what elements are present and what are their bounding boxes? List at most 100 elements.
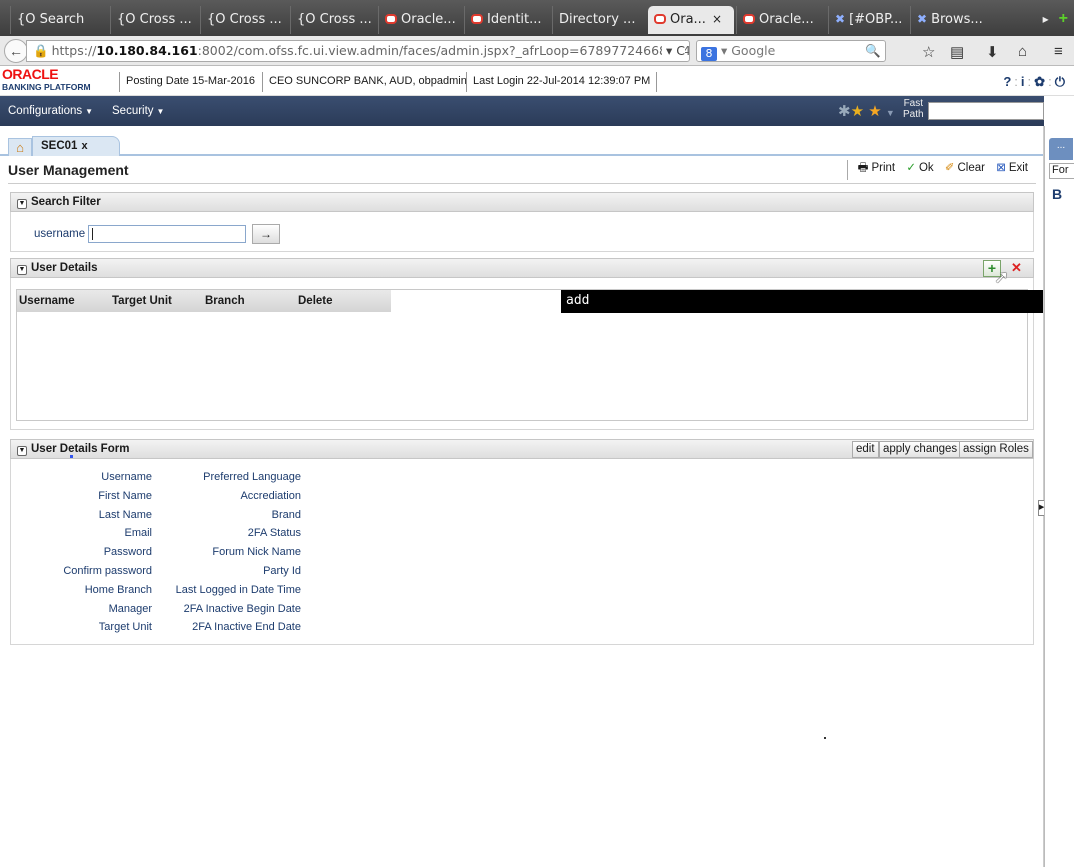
form-label: Email — [124, 527, 152, 540]
browser-tab[interactable]: Oracle... — [736, 6, 824, 34]
bug-icon: ✖ — [835, 12, 846, 26]
title-actions: 🖶 Print ✓ Ok ✐ Clear ⊠ Exit — [846, 160, 1036, 180]
browser-tab[interactable]: Ora... × — [648, 6, 734, 34]
browser-tab-label: {O Cross ... — [207, 12, 282, 27]
info-icon[interactable]: i — [1021, 74, 1028, 89]
browser-tab[interactable]: {O Cross ... — [110, 6, 196, 34]
url-prefix: https:// — [51, 43, 97, 58]
menu-configurations-label: Configurations — [8, 105, 83, 117]
col-branch[interactable]: Branch — [205, 295, 245, 307]
user-details-form-body — [10, 459, 1034, 645]
side-pane-tab[interactable]: ... — [1049, 138, 1073, 160]
check-icon: ✓ — [906, 162, 916, 174]
oracle-icon — [654, 14, 666, 24]
browser-tab-label: Oracle... — [401, 12, 456, 27]
edit-button[interactable]: edit — [852, 441, 879, 458]
form-label: Forum Nick Name — [212, 546, 301, 559]
bookmarks-icon[interactable]: ▤ — [950, 43, 964, 61]
form-label: Password — [103, 546, 152, 559]
apply-changes-button[interactable]: apply changes — [879, 441, 962, 458]
form-label: 2FA Inactive End Date — [192, 621, 301, 634]
new-tab-button[interactable]: + — [1059, 10, 1068, 27]
help-icon[interactable]: ? — [1003, 74, 1014, 89]
form-label: Confirm password — [63, 565, 152, 577]
tab-close-icon[interactable]: x — [81, 140, 87, 152]
home-icon[interactable]: ⌂ — [1018, 43, 1027, 60]
user-details-header[interactable]: ▼ User Details — [10, 258, 1034, 278]
page-title: User Management — [8, 162, 129, 178]
search-bar[interactable]: 8 ▾ Google 🔍 — [696, 40, 886, 62]
clear-button[interactable]: ✐ Clear — [945, 160, 985, 174]
browser-tab[interactable]: ✖ [#OBP... — [828, 6, 908, 34]
browser-tab[interactable]: {O Search — [10, 6, 105, 34]
form-label: Party Id — [263, 565, 301, 577]
tab-overflow[interactable]: ▸ + — [1043, 10, 1068, 28]
browser-tab[interactable]: Directory ... — [552, 6, 644, 34]
search-engine-icon[interactable]: 8 — [701, 47, 717, 61]
assign-roles-button[interactable]: assign Roles — [959, 441, 1033, 458]
clear-label: Clear — [957, 162, 985, 174]
browser-tab-label: [#OBP... — [849, 12, 903, 27]
tab-sec01-label: SEC01 — [41, 140, 78, 152]
delete-row-icon[interactable]: ✕ — [1011, 260, 1022, 276]
close-tab-icon[interactable]: × — [712, 12, 722, 26]
reload-icon[interactable]: ▾ C — [662, 41, 685, 61]
chevron-down-icon[interactable]: ▼ — [17, 199, 27, 209]
printer-icon: 🖶 — [857, 162, 869, 174]
browser-tab[interactable]: {O Cross ... — [200, 6, 286, 34]
chevron-down-icon[interactable]: ▼ — [17, 265, 27, 275]
eraser-icon: ✐ — [944, 162, 955, 174]
browser-tab-strip: {O Search {O Cross ... {O Cross ... {O Cros… — [0, 0, 1074, 36]
pane-splitter[interactable] — [1036, 126, 1044, 867]
browser-tab[interactable]: Identit... — [464, 6, 548, 34]
browser-tab[interactable]: {O Cross ... — [290, 6, 376, 34]
favorites-icon[interactable]: ✱★ ★ ▼ — [838, 102, 895, 120]
form-label: Manager — [108, 602, 152, 615]
home-tab-icon[interactable]: ⌂ — [8, 138, 32, 156]
form-label: Last Name — [98, 508, 152, 521]
back-button[interactable]: ← — [4, 39, 28, 63]
settings-icon[interactable]: ✿ — [1034, 74, 1048, 89]
browser-tab-label: Directory ... — [559, 12, 636, 27]
oracle-icon — [471, 14, 483, 24]
bookmark-star-icon[interactable]: ☆ — [922, 43, 935, 61]
menu-configurations[interactable]: Configurations ▼ — [8, 105, 93, 117]
search-icon[interactable]: 🔍 — [865, 41, 881, 61]
oracle-icon — [743, 14, 755, 24]
exit-label: Exit — [1008, 162, 1028, 174]
chevron-down-icon[interactable]: ▼ — [17, 446, 27, 456]
download-icon[interactable]: ⬇ — [986, 43, 999, 61]
browser-tab-label: Brows... — [931, 12, 983, 27]
menu-bar: Configurations ▼ Security ▼ ✱★ ★ ▼ Fast Pat… — [0, 96, 1044, 126]
ok-button[interactable]: ✓ Ok — [906, 160, 933, 174]
exit-button[interactable]: ⊠ Exit — [996, 160, 1028, 174]
fastpath-input[interactable] — [928, 102, 1044, 120]
user-info: CEO SUNCORP BANK, AUD, obpadmin — [262, 72, 473, 92]
oracle-logo: ORACLE BANKING PLATFORM — [2, 67, 91, 92]
form-label: Preferred Language — [203, 471, 301, 483]
col-target-unit[interactable]: Target Unit — [112, 295, 172, 307]
form-label: Brand — [271, 508, 301, 521]
form-label: Last Logged in Date Time — [175, 583, 301, 596]
menu-security[interactable]: Security ▼ — [112, 105, 164, 117]
print-label: Print — [871, 162, 896, 174]
go-button[interactable]: → — [252, 224, 280, 244]
col-username[interactable]: Username — [19, 295, 75, 307]
stray-dot — [824, 737, 826, 739]
menu-icon[interactable]: ≡ — [1054, 43, 1063, 60]
col-delete[interactable]: Delete — [298, 295, 333, 307]
url-bar[interactable]: 🔒 https://10.180.84.161:8002/com.ofss.fc.… — [26, 40, 690, 62]
logo-subtitle: BANKING PLATFORM — [2, 82, 91, 92]
username-search-input[interactable] — [88, 225, 246, 243]
focus-marker — [70, 455, 73, 458]
print-button[interactable]: 🖶 Print — [858, 160, 896, 179]
side-pane-field[interactable]: For — [1049, 163, 1074, 179]
logout-icon[interactable]: ⏻ — [1055, 74, 1068, 89]
tab-sec01[interactable]: SEC01 x — [32, 136, 120, 156]
search-filter-header[interactable]: ▼ Search Filter — [10, 192, 1034, 212]
browser-tab[interactable]: ✖ Brows... — [910, 6, 990, 34]
browser-tab[interactable]: Oracle... — [378, 6, 462, 34]
username-label: username — [34, 228, 86, 240]
title-bar: User Management 🖶 Print ✓ Ok ✐ Clear ⊠ Exit — [8, 156, 1036, 184]
lock-icon: 🔒 — [33, 43, 49, 58]
